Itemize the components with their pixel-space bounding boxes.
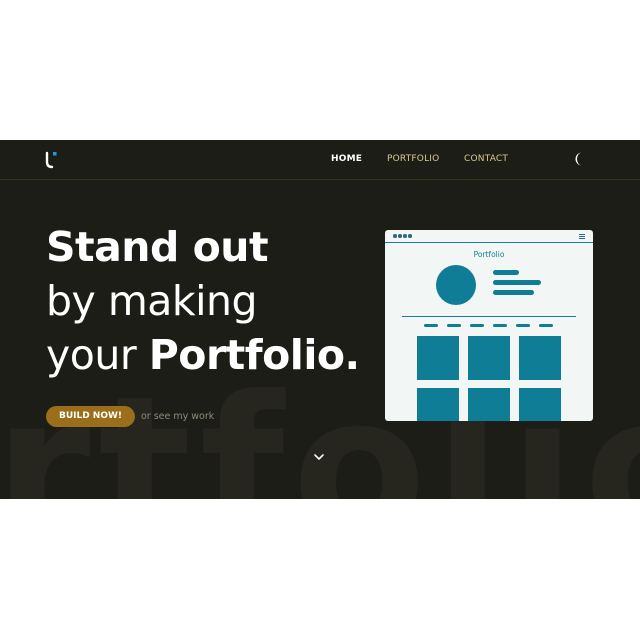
mockup-divider (402, 316, 576, 317)
mockup-tile (519, 388, 561, 421)
mockup-text-line (493, 290, 534, 295)
nav-link-portfolio[interactable]: PORTFOLIO (387, 154, 439, 164)
hero-section: rtfolio HOME PORTFOLIO CONTACT Stand out… (0, 140, 640, 499)
mockup-tab (539, 324, 553, 327)
moon-icon[interactable] (572, 151, 586, 167)
mockup-menu-icon (579, 234, 585, 239)
mockup-tab (493, 324, 507, 327)
portfolio-mockup-illustration: Portfolio (385, 230, 593, 421)
chevron-down-icon[interactable] (313, 453, 325, 462)
mockup-tab (470, 324, 484, 327)
mockup-tab (424, 324, 438, 327)
mockup-dot (408, 234, 412, 238)
mockup-text-line (493, 280, 541, 285)
mockup-avatar (436, 265, 476, 305)
nav-link-contact[interactable]: CONTACT (464, 154, 508, 164)
mockup-tile (468, 336, 510, 380)
mockup-tab (516, 324, 530, 327)
headline-line-3: your Portfolio. (46, 328, 360, 382)
headline-line-3-light: your (46, 331, 149, 379)
mockup-tab (447, 324, 461, 327)
headline-line-3-bold: Portfolio. (148, 331, 360, 379)
mockup-dot (398, 234, 402, 238)
mockup-tile (468, 388, 510, 421)
hero-headline: Stand out by making your Portfolio. (46, 220, 360, 382)
build-now-button[interactable]: BUILD NOW! (46, 406, 135, 427)
mockup-dot (403, 234, 407, 238)
see-my-work-link[interactable]: or see my work (141, 411, 214, 422)
mockup-title: Portfolio (473, 250, 505, 259)
mockup-browser-bar (385, 230, 593, 243)
mockup-tile (417, 388, 459, 421)
nav-link-home[interactable]: HOME (331, 154, 362, 164)
mockup-dot (393, 234, 397, 238)
brand-logo-icon[interactable] (45, 151, 59, 169)
headline-line-1: Stand out (46, 223, 269, 271)
mockup-tile (519, 336, 561, 380)
mockup-text-line (493, 270, 519, 275)
mockup-tile (417, 336, 459, 380)
navbar: HOME PORTFOLIO CONTACT (0, 140, 640, 180)
headline-line-2: by making (46, 277, 258, 325)
